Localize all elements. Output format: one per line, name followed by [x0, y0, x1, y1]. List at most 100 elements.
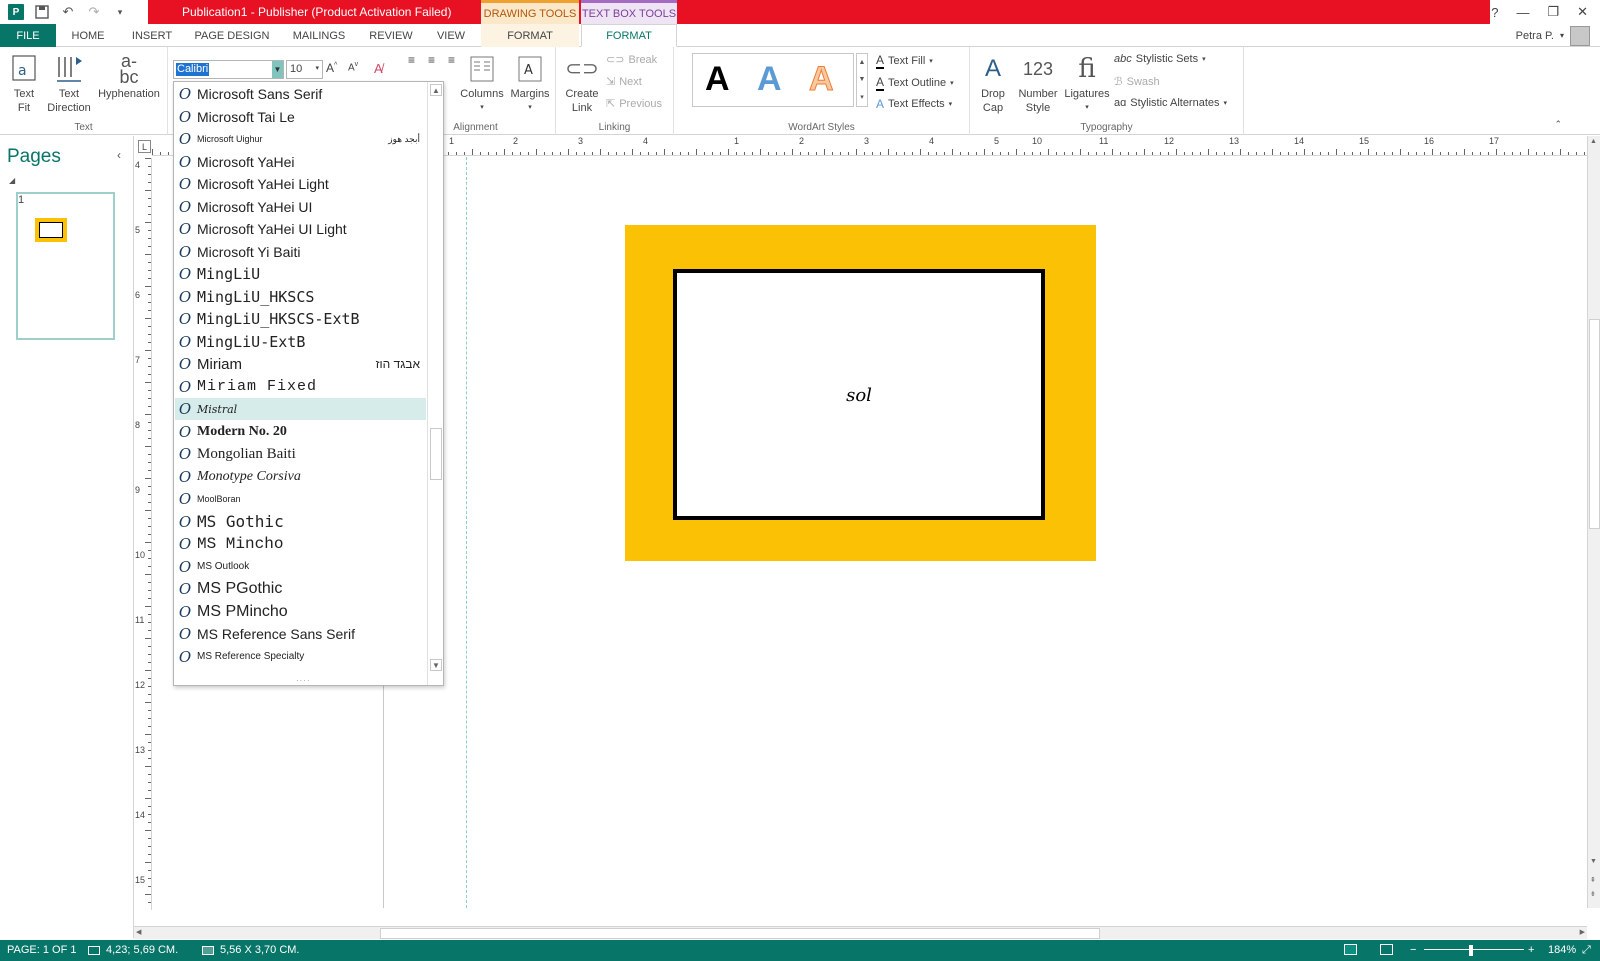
tab-insert[interactable]: INSERT	[124, 24, 180, 47]
font-list-item[interactable]: O Microsoft Yi Baiti	[175, 241, 426, 263]
number-style-button[interactable]: 123 Number Style	[1014, 51, 1062, 115]
wordart-style-blue[interactable]: A	[757, 60, 782, 99]
font-list-item[interactable]: O Miriam Fixed	[175, 376, 426, 398]
next-button[interactable]: ⇲ Next	[606, 75, 642, 89]
vertical-scroll-thumb[interactable]	[1589, 319, 1600, 529]
stylistic-sets-button[interactable]: abc Stylistic Sets ▾	[1114, 53, 1206, 65]
collapse-pages-icon[interactable]: ‹	[117, 148, 121, 162]
hyphenation-button[interactable]: a-bc Hyphenation	[96, 51, 162, 101]
text-outline-button[interactable]: A Text Outline ▾	[876, 75, 954, 91]
previous-button[interactable]: ⇱ Previous	[606, 97, 662, 111]
close-button[interactable]: ✕	[1577, 4, 1588, 20]
vertical-ruler[interactable]: 4 5 6 7 8 9 10 11 12 13 14 15	[134, 158, 152, 910]
prev-page-icon[interactable]: ⇞	[1590, 876, 1596, 884]
text-fit-button[interactable]: a Text Fit	[6, 51, 42, 115]
font-size-input[interactable]: 10 ▾	[286, 60, 323, 79]
help-button[interactable]: ?	[1491, 5, 1498, 20]
font-list-item[interactable]: O Miriam אבגד הוז	[175, 353, 426, 375]
save-icon[interactable]	[34, 4, 50, 20]
user-account[interactable]: Petra P. ▾	[1516, 24, 1590, 47]
font-list-item[interactable]: O Microsoft YaHei UI	[175, 196, 426, 218]
font-list-item[interactable]: O MingLiU	[175, 263, 426, 285]
font-list-item[interactable]: O MS Reference Specialty	[175, 646, 426, 668]
font-list-item[interactable]: O Microsoft YaHei UI Light	[175, 218, 426, 240]
font-list-item[interactable]: O MingLiU_HKSCS-ExtB	[175, 308, 426, 330]
shrink-font-button[interactable]: Av	[348, 61, 358, 73]
break-button[interactable]: ⊂⊃ Break	[606, 53, 657, 67]
font-list-item[interactable]: O MS Outlook	[175, 556, 426, 578]
page-thumbnail[interactable]: 1	[16, 192, 115, 340]
font-list-item[interactable]: O Microsoft Uighur أبجد هوز	[175, 128, 426, 150]
zoom-in-button[interactable]: +	[1528, 944, 1534, 956]
font-list-item[interactable]: O Microsoft Sans Serif	[175, 83, 426, 105]
font-list-item[interactable]: O Microsoft Tai Le	[175, 106, 426, 128]
align-top-left-button[interactable]: ≡	[408, 53, 415, 67]
scroll-up-icon[interactable]: ▲	[430, 84, 442, 96]
align-top-right-button[interactable]: ≡	[448, 53, 455, 67]
vscroll-up-icon[interactable]: ▲	[1590, 138, 1597, 145]
grow-font-button[interactable]: A^	[326, 61, 337, 75]
pages-expand-icon[interactable]: ◢	[9, 176, 15, 185]
wordart-style-orange[interactable]: A	[809, 60, 835, 99]
undo-icon[interactable]: ↶	[60, 4, 76, 20]
font-list-item[interactable]: O MingLiU_HKSCS	[175, 286, 426, 308]
columns-button[interactable]: Columns ▾	[460, 51, 504, 115]
stylistic-alternates-button[interactable]: aɑ Stylistic Alternates ▾	[1114, 97, 1227, 109]
tab-format-textbox[interactable]: FORMAT	[581, 24, 677, 47]
font-list-item[interactable]: O MingLiU-ExtB	[175, 331, 426, 353]
font-list-item[interactable]: O MS Mincho	[175, 533, 426, 555]
align-top-center-button[interactable]: ≡	[428, 53, 435, 67]
text-effects-button[interactable]: A Text Effects ▾	[876, 97, 952, 111]
font-list-item[interactable]: O Microsoft YaHei Light	[175, 173, 426, 195]
text-box-content[interactable]: sol	[677, 385, 1041, 406]
minimize-button[interactable]: —	[1516, 5, 1529, 20]
font-size-dropdown-icon[interactable]: ▾	[315, 64, 319, 72]
zoom-out-button[interactable]: −	[1410, 944, 1416, 956]
ligatures-button[interactable]: fi Ligatures ▾	[1062, 51, 1112, 115]
font-list-item[interactable]: O MS Gothic	[175, 511, 426, 533]
font-dropdown-icon[interactable]: ▼	[272, 61, 283, 78]
create-link-button[interactable]: ⊂⊃ Create Link	[562, 51, 602, 115]
font-list-scrollbar[interactable]: ▲ ▼	[427, 82, 443, 685]
font-list-item[interactable]: O Microsoft YaHei	[175, 151, 426, 173]
wordart-gallery-scroll[interactable]: ▲ ▼ ▾	[856, 53, 868, 107]
text-direction-button[interactable]: Text Direction	[44, 51, 94, 115]
zoom-slider[interactable]	[1424, 949, 1524, 950]
restore-button[interactable]: ❐	[1547, 4, 1559, 20]
font-list-item[interactable]: O MS Reference Sans Serif	[175, 623, 426, 645]
font-list-scroll-thumb[interactable]	[430, 428, 442, 480]
horizontal-scrollbar[interactable]: ◀ ▶	[134, 926, 1587, 939]
text-box[interactable]: sol	[673, 269, 1045, 520]
tab-mailings[interactable]: MAILINGS	[284, 24, 354, 47]
margins-button[interactable]: A Margins ▾	[508, 51, 552, 115]
drop-cap-button[interactable]: A Drop Cap	[976, 51, 1010, 115]
resize-grip-icon[interactable]: ····	[296, 676, 311, 685]
font-list-item[interactable]: O Monotype Corsiva	[175, 466, 426, 488]
tab-review[interactable]: REVIEW	[362, 24, 420, 47]
wordart-style-black[interactable]: A	[705, 60, 730, 99]
font-list-item[interactable]: O Mistral	[175, 398, 426, 420]
font-list-item[interactable]: O MS PGothic	[175, 578, 426, 600]
scroll-down-icon[interactable]: ▼	[430, 659, 442, 671]
font-list-item[interactable]: O Mongolian Baiti	[175, 443, 426, 465]
zoom-level[interactable]: 184%	[1548, 944, 1576, 956]
font-name-input[interactable]: Calibri ▼	[173, 60, 284, 79]
page-status[interactable]: PAGE: 1 OF 1	[7, 944, 77, 956]
clear-formatting-button[interactable]: A̸	[374, 61, 383, 76]
hscroll-left-icon[interactable]: ◀	[136, 928, 141, 936]
next-page-icon[interactable]: ⇟	[1590, 890, 1596, 898]
font-list-item[interactable]: O MS PMincho	[175, 601, 426, 623]
vscroll-down-icon[interactable]: ▼	[1590, 858, 1597, 865]
swash-button[interactable]: ℬ Swash	[1114, 75, 1160, 89]
collapse-ribbon-icon[interactable]: ⌃	[1554, 119, 1562, 130]
font-list-item[interactable]: O Modern No. 20	[175, 421, 426, 443]
hscroll-right-icon[interactable]: ▶	[1580, 928, 1585, 936]
customize-toolbar-icon[interactable]: ▾	[112, 4, 128, 20]
tab-view[interactable]: VIEW	[428, 24, 474, 47]
tab-home[interactable]: HOME	[62, 24, 114, 47]
redo-icon[interactable]: ↷	[86, 4, 102, 20]
text-fill-button[interactable]: A Text Fill ▾	[876, 53, 933, 69]
fit-page-button[interactable]: ⤢	[1582, 944, 1591, 957]
horizontal-scroll-thumb[interactable]	[380, 928, 1100, 939]
vertical-scrollbar[interactable]: ▲ ▼ ⇞ ⇟	[1587, 136, 1600, 908]
